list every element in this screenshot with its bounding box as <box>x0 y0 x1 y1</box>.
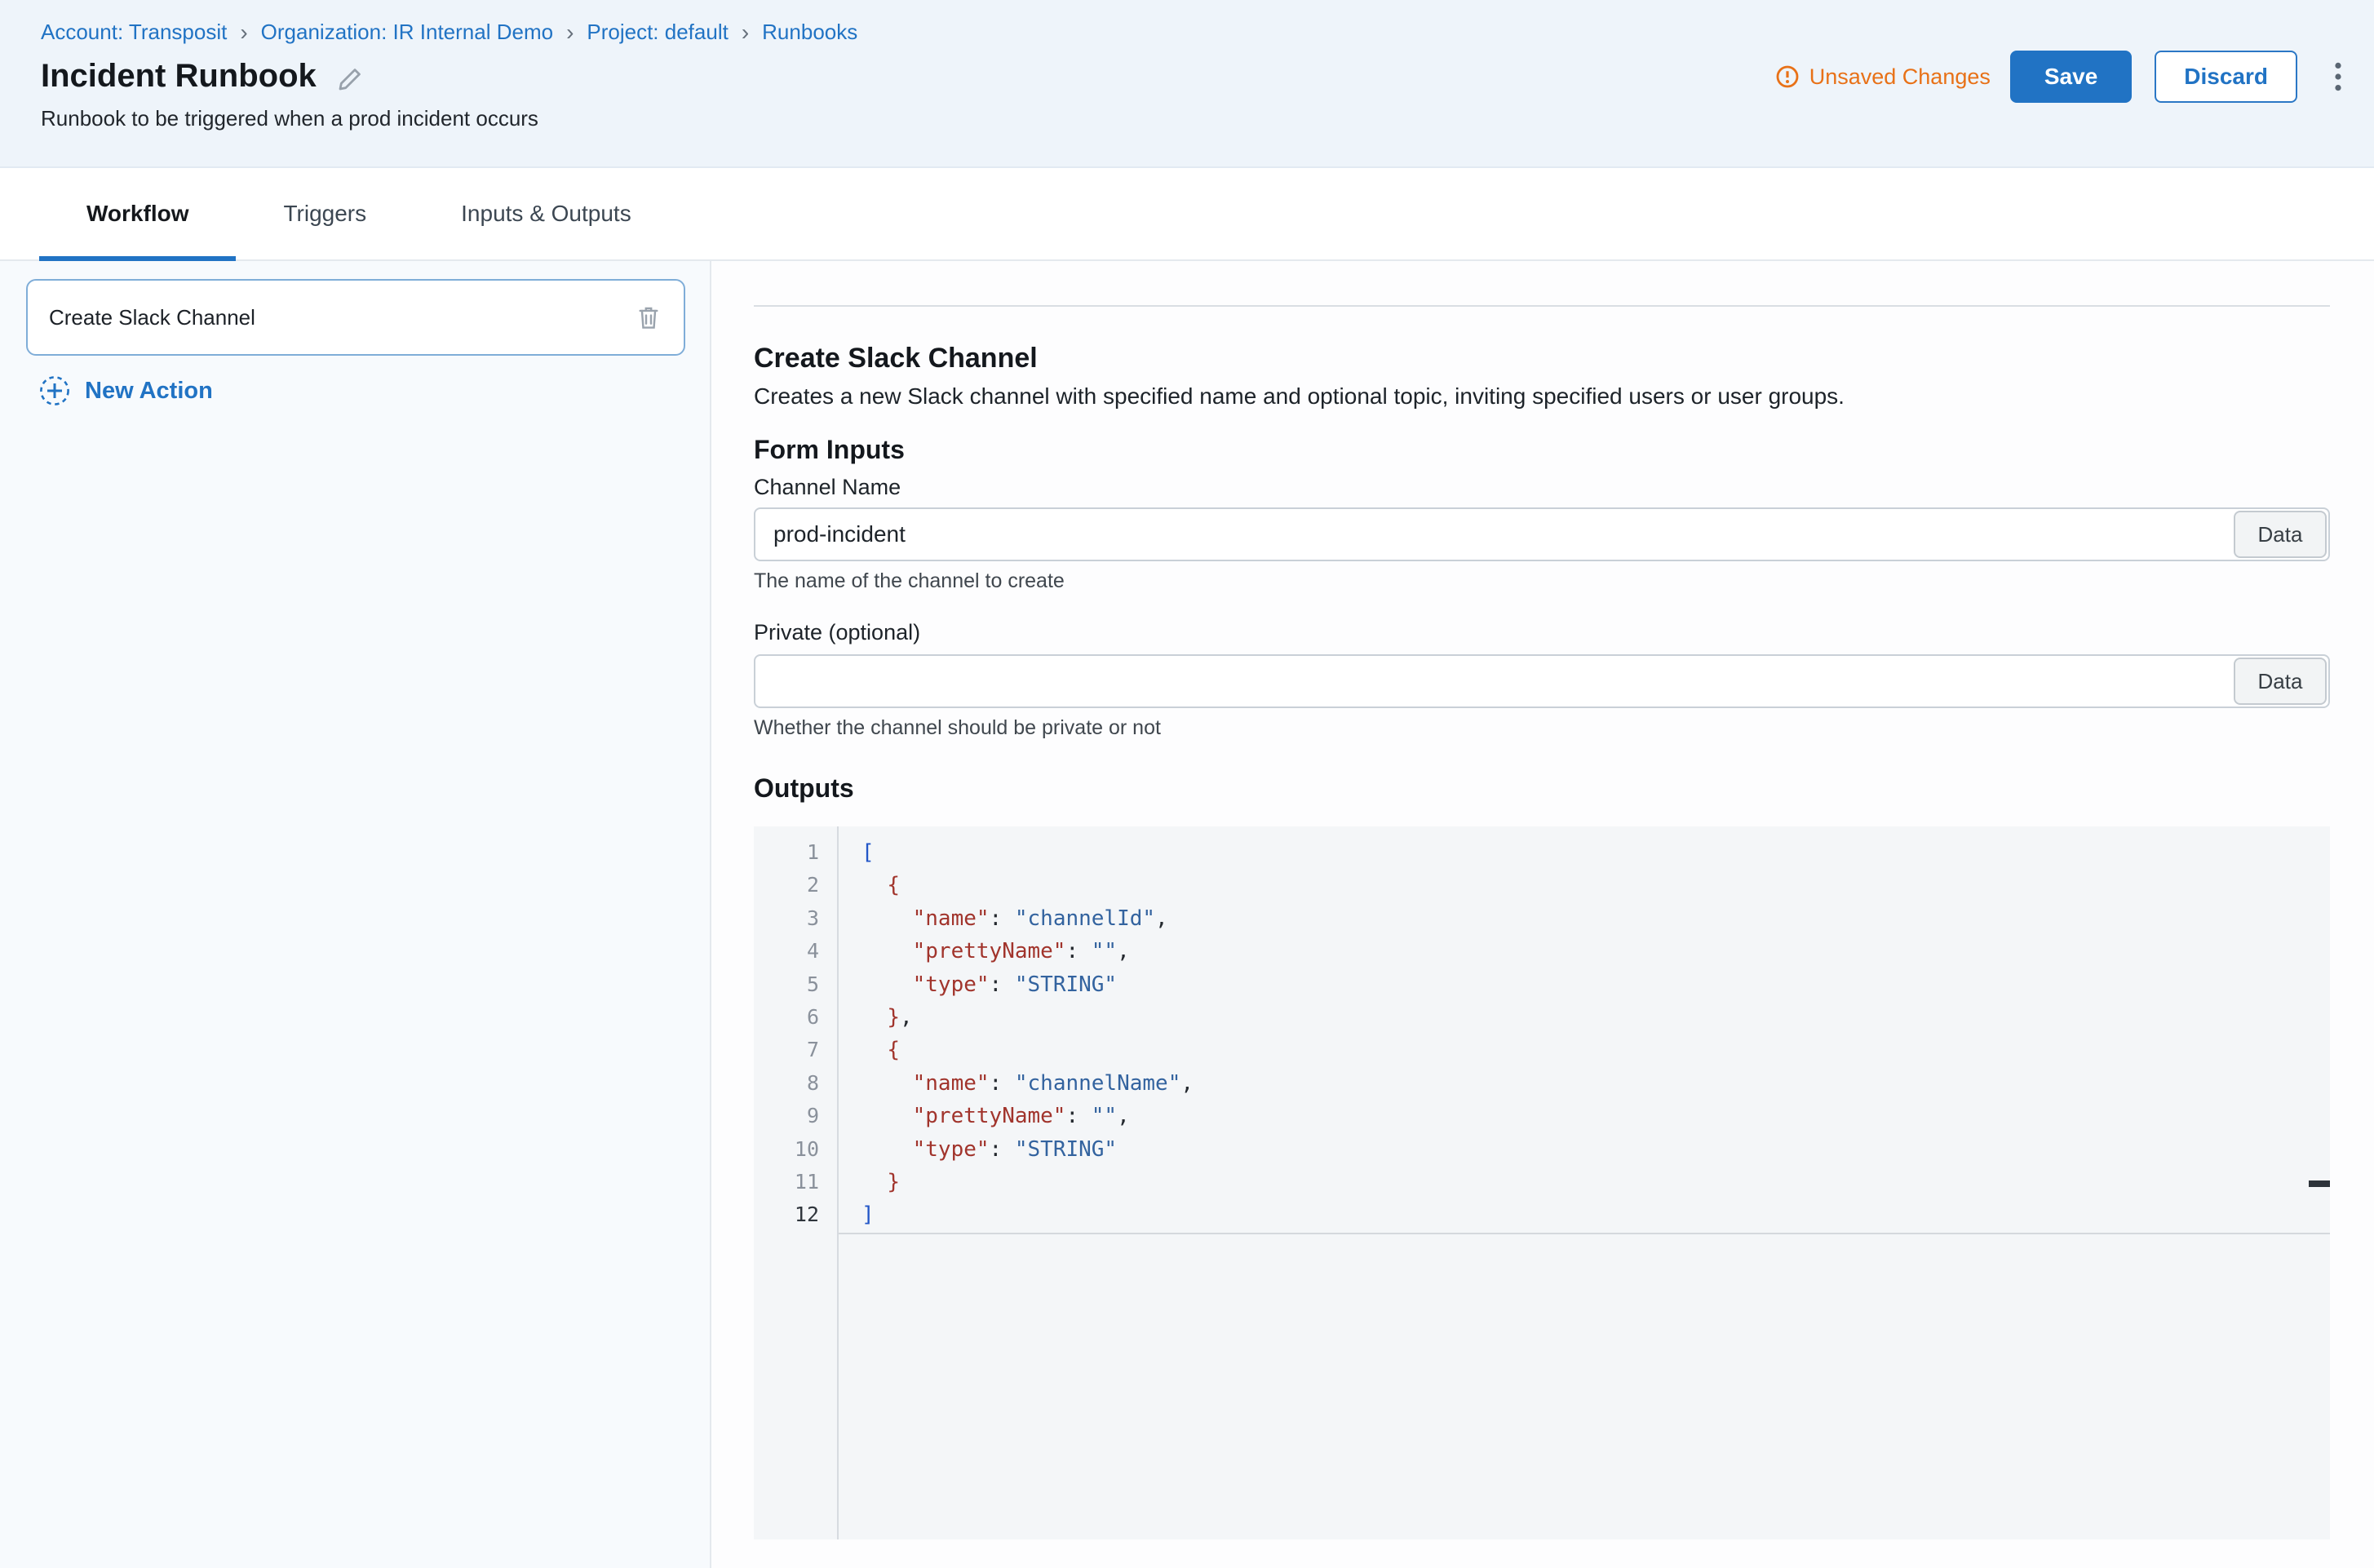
private-input[interactable] <box>754 654 2330 708</box>
breadcrumb-project[interactable]: Project: default <box>587 20 728 45</box>
code-lines: [ { "name": "channelId", "prettyName": "… <box>839 826 2330 1539</box>
delete-action-icon[interactable] <box>633 301 664 334</box>
discard-button[interactable]: Discard <box>2155 51 2297 103</box>
private-input-group: Data <box>754 654 2330 708</box>
channel-name-input[interactable] <box>754 507 2330 561</box>
new-action-button[interactable]: New Action <box>39 375 213 406</box>
page-subtitle: Runbook to be triggered when a prod inci… <box>41 106 857 131</box>
new-action-label: New Action <box>85 378 213 405</box>
action-card-label: Create Slack Channel <box>49 305 255 330</box>
save-button[interactable]: Save <box>2010 51 2132 103</box>
scrollbar-mark[interactable] <box>2309 1180 2330 1187</box>
header-actions: Unsaved Changes Save Discard <box>1775 51 2351 103</box>
code-gutter: 123456789101112 <box>754 826 839 1539</box>
channel-name-help: The name of the channel to create <box>754 569 2330 596</box>
header-left: Account: Transposit › Organization: IR I… <box>41 20 857 166</box>
kebab-menu-icon[interactable] <box>2325 59 2351 95</box>
action-description: Creates a new Slack channel with specifi… <box>754 381 2330 412</box>
warning-icon <box>1775 64 1800 89</box>
channel-name-data-button[interactable]: Data <box>2234 511 2327 558</box>
top-divider <box>754 305 2330 307</box>
private-label: Private (optional) <box>754 620 2330 649</box>
form-inputs-heading: Form Inputs <box>754 435 2330 465</box>
channel-name-label: Channel Name <box>754 475 2330 504</box>
breadcrumb-separator: › <box>566 21 574 44</box>
action-title: Create Slack Channel <box>754 343 2330 374</box>
unsaved-changes-badge: Unsaved Changes <box>1775 64 1991 90</box>
tab-triggers[interactable]: Triggers <box>236 168 414 259</box>
workflow-sidebar: Create Slack Channel New Action <box>0 261 711 1568</box>
breadcrumb-separator: › <box>742 21 749 44</box>
breadcrumb: Account: Transposit › Organization: IR I… <box>41 20 857 45</box>
tab-workflow[interactable]: Workflow <box>39 168 236 259</box>
tab-inputs-outputs[interactable]: Inputs & Outputs <box>414 168 679 259</box>
breadcrumb-separator: › <box>240 21 247 44</box>
channel-name-input-group: Data <box>754 507 2330 561</box>
outputs-heading: Outputs <box>754 773 2330 804</box>
breadcrumb-account[interactable]: Account: Transposit <box>41 20 227 45</box>
unsaved-changes-label: Unsaved Changes <box>1809 64 1991 90</box>
code-active-line-rule <box>839 1233 2330 1234</box>
breadcrumb-runbooks[interactable]: Runbooks <box>762 20 857 45</box>
action-card-create-slack-channel[interactable]: Create Slack Channel <box>26 279 685 356</box>
tab-bar: Workflow Triggers Inputs & Outputs <box>0 168 2374 261</box>
content-body: Create Slack Channel New Action Create S… <box>0 261 2374 1568</box>
action-detail-panel: Create Slack Channel Creates a new Slack… <box>711 261 2374 1568</box>
page-header: Account: Transposit › Organization: IR I… <box>0 0 2374 168</box>
plus-circle-icon <box>39 375 70 406</box>
breadcrumb-organization[interactable]: Organization: IR Internal Demo <box>261 20 553 45</box>
title-row: Incident Runbook <box>41 58 857 95</box>
private-help: Whether the channel should be private or… <box>754 716 2330 742</box>
edit-title-icon[interactable] <box>338 67 362 91</box>
private-data-button[interactable]: Data <box>2234 658 2327 705</box>
page: Account: Transposit › Organization: IR I… <box>0 0 2374 1568</box>
outputs-code-editor[interactable]: 123456789101112 [ { "name": "channelId",… <box>754 826 2330 1539</box>
page-title: Incident Runbook <box>41 58 317 95</box>
